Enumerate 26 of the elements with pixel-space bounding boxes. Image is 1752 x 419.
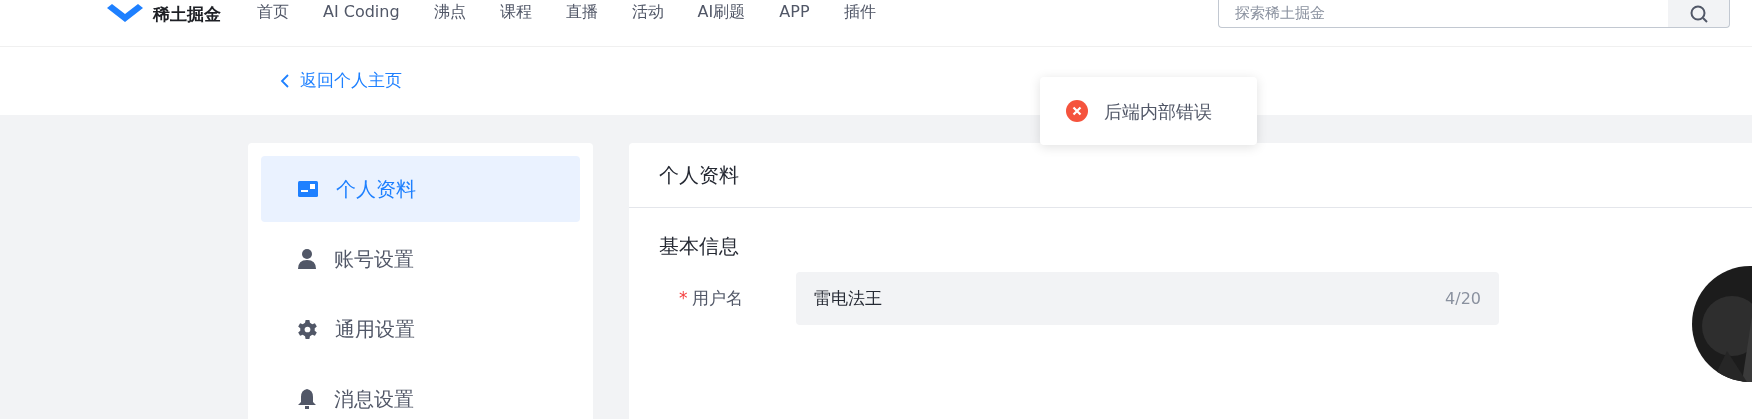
settings-icon (298, 319, 317, 339)
nav-tab[interactable]: AI刷题 (697, 2, 746, 22)
back-link[interactable]: 返回个人主页 (280, 68, 402, 94)
profile-card-icon (298, 181, 318, 197)
sidebar-item[interactable]: 通用设置 (261, 296, 580, 362)
error-toast: 后端内部错误 (1040, 77, 1257, 145)
section-title: 基本信息 (658, 233, 740, 258)
person-icon (298, 249, 316, 269)
nav-tab[interactable]: 直播 (565, 2, 598, 22)
chevron-left-icon (280, 73, 290, 89)
nav-tab[interactable]: 首页 (257, 2, 289, 22)
search-field[interactable]: 探索稀土掘金 (1218, 0, 1668, 28)
nav-tab[interactable]: AI Coding (323, 2, 400, 22)
sidebar-item[interactable]: 账号设置 (261, 226, 580, 292)
field-label: * 用户名 (679, 286, 744, 310)
bell-icon (298, 389, 316, 409)
character-counter: 4/20 (1445, 288, 1481, 310)
nav-tab[interactable]: 插件 (843, 2, 876, 22)
nav-tab[interactable]: APP (779, 2, 810, 22)
nav-tab[interactable]: 活动 (631, 2, 664, 22)
search-icon (1688, 3, 1709, 24)
sidebar-item[interactable]: 消息设置 (261, 366, 580, 419)
nav-tab[interactable]: 沸点 (433, 2, 466, 22)
logo-text[interactable]: 稀土掘金 (153, 2, 221, 28)
search-button[interactable] (1668, 0, 1730, 28)
nav-tab[interactable]: 课程 (499, 2, 532, 22)
